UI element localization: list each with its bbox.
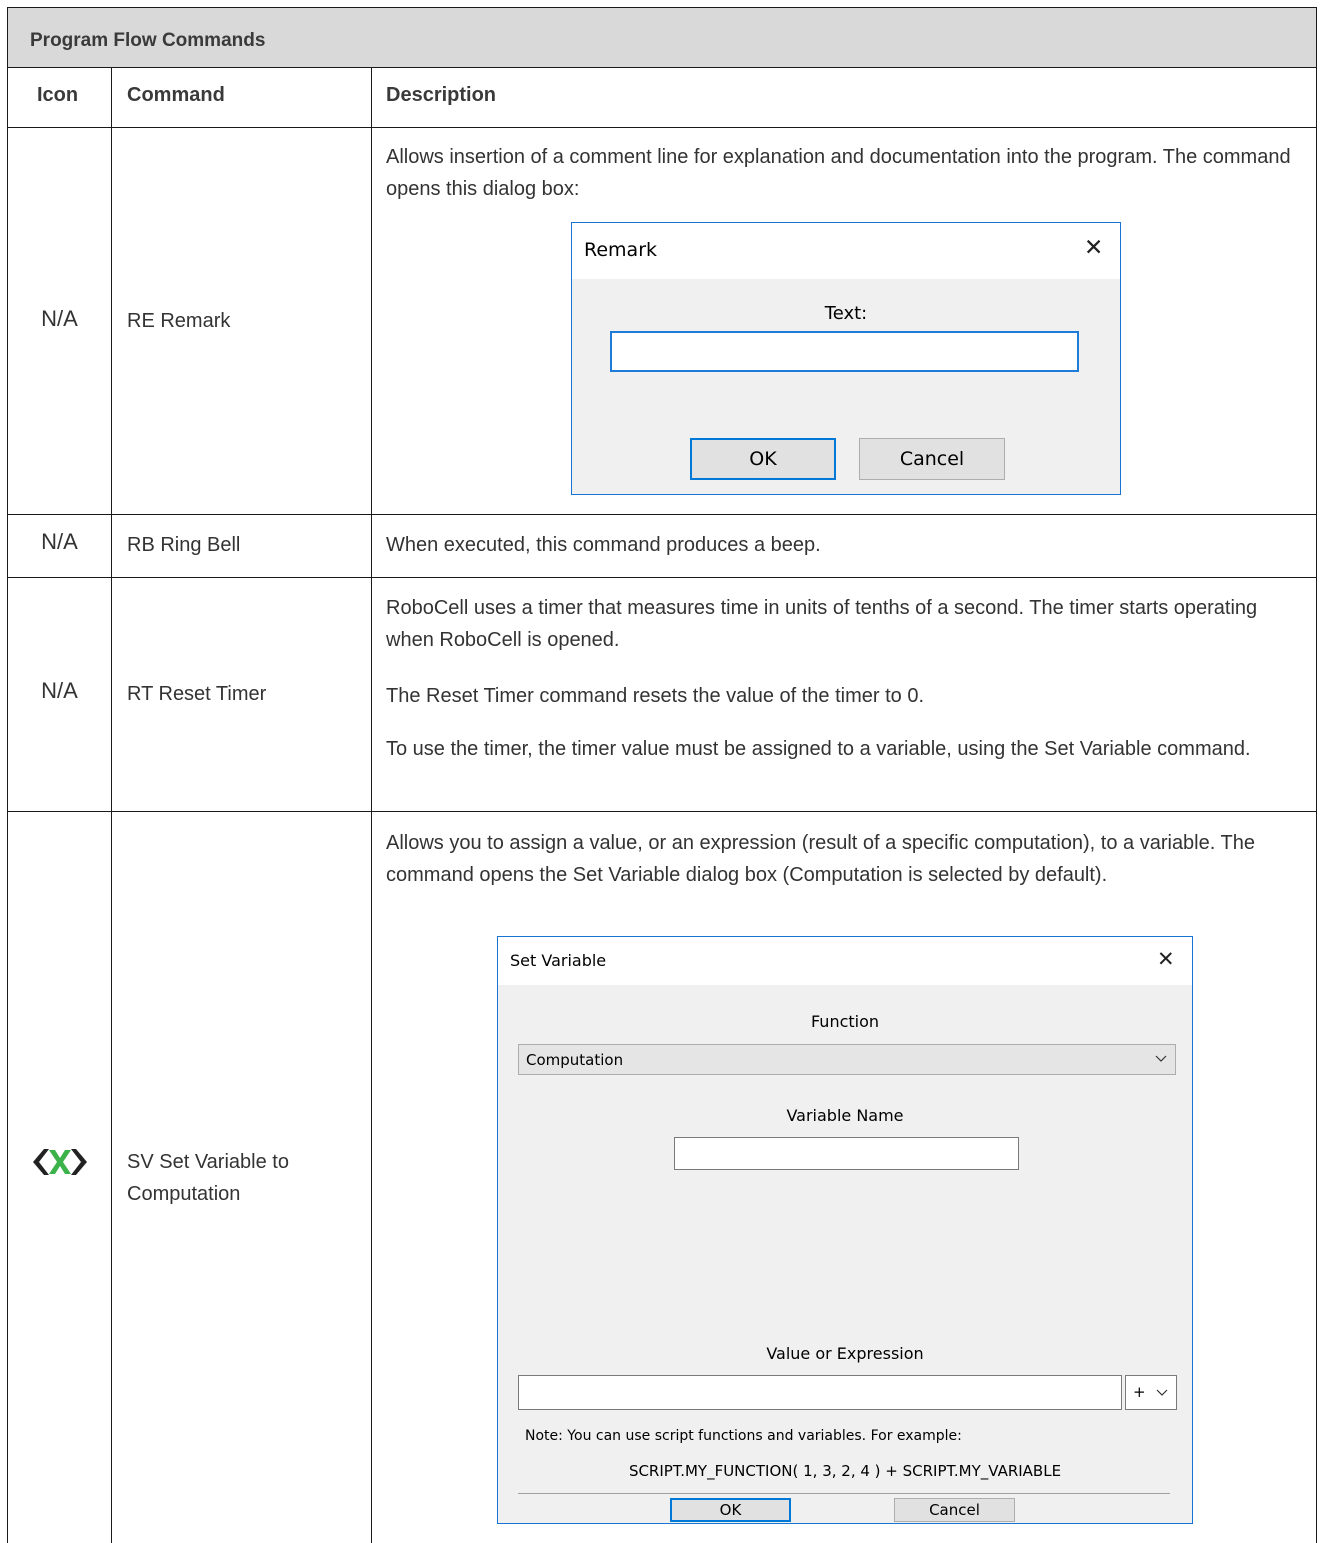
text-label: Text: [824,303,868,324]
example-text: SCRIPT.MY_FUNCTION( 1, 3, 2, 4 ) + SCRIP… [628,1462,1062,1480]
table-rule [7,577,1317,578]
cancel-button[interactable]: Cancel [859,438,1005,480]
row-icon-na: N/A [41,529,78,554]
function-label: Function [810,1012,880,1031]
close-icon[interactable]: ✕ [1157,947,1175,971]
cancel-button[interactable]: Cancel [894,1498,1015,1522]
column-divider [111,67,112,1543]
table-rule [7,514,1317,515]
text-input[interactable] [610,331,1079,372]
variable-name-label: Variable Name [786,1106,904,1125]
function-select[interactable]: Computation [518,1044,1176,1075]
table-rule [7,811,1317,812]
value-expression-input[interactable] [518,1375,1122,1410]
value-label: Value or Expression [766,1344,924,1363]
table-border-right [1316,7,1317,1543]
chevron-down-icon [1156,1389,1168,1396]
column-divider [371,67,372,1543]
row-description: RoboCell uses a timer that measures time… [386,597,1258,651]
set-variable-icon [33,1149,87,1175]
header-description: Description [386,84,497,106]
variable-name-input[interactable] [674,1137,1019,1170]
row-command: RE Remark [127,310,231,332]
table-border-left [7,7,8,1543]
dialog-titlebar: Remark ✕ [572,223,1120,279]
row-command: RT Reset Timer [127,683,267,705]
table-title-bar: Program Flow Commands [8,8,1316,67]
chevron-down-icon [1155,1055,1167,1062]
set-variable-dialog: Set Variable ✕ Function Computation Vari… [497,936,1193,1524]
function-selected-value: Computation [526,1051,624,1069]
remark-dialog: Remark ✕ Text: OK Cancel [571,222,1121,495]
dialog-title: Remark [584,239,658,261]
table-rule [7,67,1317,68]
row-command: SV Set Variable to Computation [127,1151,289,1205]
row-description: Allows you to assign a value, or an expr… [386,832,1255,886]
row-icon-na: N/A [41,306,78,331]
row-icon-na: N/A [41,678,78,703]
row-description: The Reset Timer command resets the value… [386,685,925,707]
operator-selected-value: + [1133,1383,1146,1401]
header-command: Command [127,84,225,106]
ok-button[interactable]: OK [690,438,836,480]
note-text: Note: You can use script functions and v… [525,1428,962,1444]
table-border-top [7,7,1317,8]
row-command: RB Ring Bell [127,534,241,556]
dialog-title: Set Variable [510,951,607,970]
table-rule [7,127,1317,128]
table-title: Program Flow Commands [30,30,266,51]
ok-button[interactable]: OK [670,1498,791,1522]
header-icon: Icon [37,84,79,106]
row-description: When executed, this command produces a b… [386,534,821,556]
operator-select[interactable]: + [1125,1375,1177,1410]
row-description: To use the timer, the timer value must b… [386,738,1251,760]
close-icon[interactable]: ✕ [1084,235,1103,261]
dialog-titlebar: Set Variable ✕ [498,937,1192,985]
divider [518,1493,1170,1494]
row-description: Allows insertion of a comment line for e… [386,146,1291,200]
